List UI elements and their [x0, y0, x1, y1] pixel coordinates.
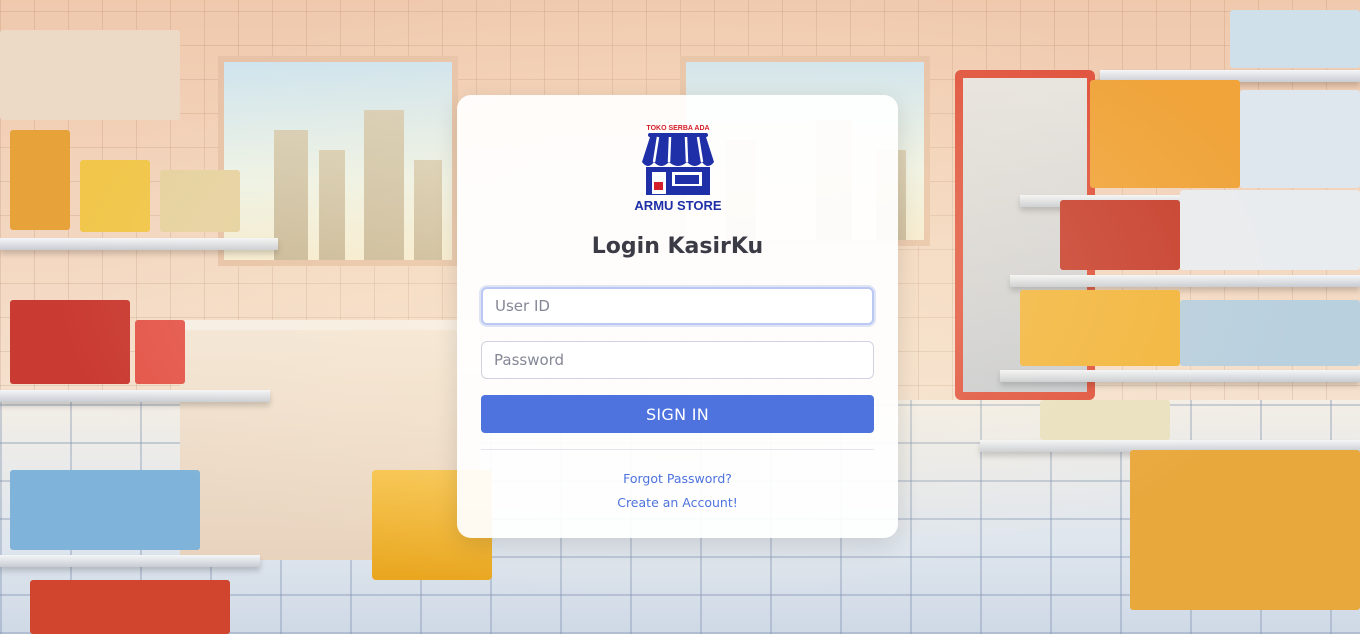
logo-store-name: ARMU STORE [634, 198, 721, 213]
sign-in-button[interactable]: SIGN IN [481, 395, 874, 433]
user-id-input[interactable] [481, 287, 874, 325]
password-input[interactable] [481, 341, 874, 379]
forgot-password-link[interactable]: Forgot Password? [457, 471, 898, 486]
create-account-link[interactable]: Create an Account! [457, 495, 898, 510]
logo-tagline: TOKO SERBA ADA [646, 125, 709, 132]
divider [481, 449, 874, 450]
login-title: Login KasirKu [591, 234, 764, 259]
armu-store-logo: TOKO SERBA ADA ARMU STORE [634, 125, 721, 213]
